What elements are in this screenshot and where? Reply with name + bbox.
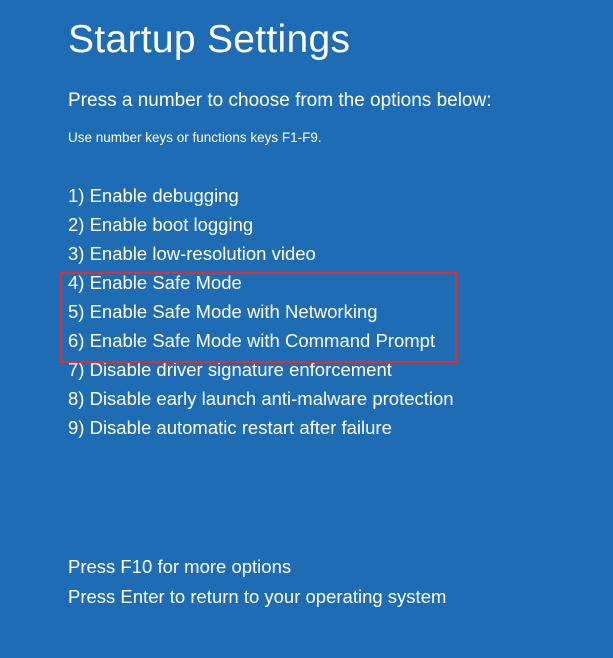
page-title: Startup Settings bbox=[68, 18, 613, 62]
hint-text: Use number keys or functions keys F1-F9. bbox=[68, 130, 613, 145]
option-5-safe-mode-networking[interactable]: 5) Enable Safe Mode with Networking bbox=[68, 303, 613, 322]
footer-hints: Press F10 for more options Press Enter t… bbox=[68, 556, 613, 608]
footer-return: Press Enter to return to your operating … bbox=[68, 586, 613, 608]
prompt-text: Press a number to choose from the option… bbox=[68, 90, 613, 112]
options-list: 1) Enable debugging 2) Enable boot loggi… bbox=[68, 187, 613, 438]
option-1-debugging[interactable]: 1) Enable debugging bbox=[68, 187, 613, 206]
option-4-safe-mode[interactable]: 4) Enable Safe Mode bbox=[68, 274, 613, 293]
option-8-disable-anti-malware[interactable]: 8) Disable early launch anti-malware pro… bbox=[68, 390, 613, 409]
option-9-disable-auto-restart[interactable]: 9) Disable automatic restart after failu… bbox=[68, 419, 613, 438]
startup-settings-screen: Startup Settings Press a number to choos… bbox=[0, 0, 613, 608]
option-7-disable-driver-signature[interactable]: 7) Disable driver signature enforcement bbox=[68, 361, 613, 380]
footer-more-options: Press F10 for more options bbox=[68, 556, 613, 578]
option-6-safe-mode-command-prompt[interactable]: 6) Enable Safe Mode with Command Prompt bbox=[68, 332, 613, 351]
option-3-low-resolution[interactable]: 3) Enable low-resolution video bbox=[68, 245, 613, 264]
option-2-boot-logging[interactable]: 2) Enable boot logging bbox=[68, 216, 613, 235]
